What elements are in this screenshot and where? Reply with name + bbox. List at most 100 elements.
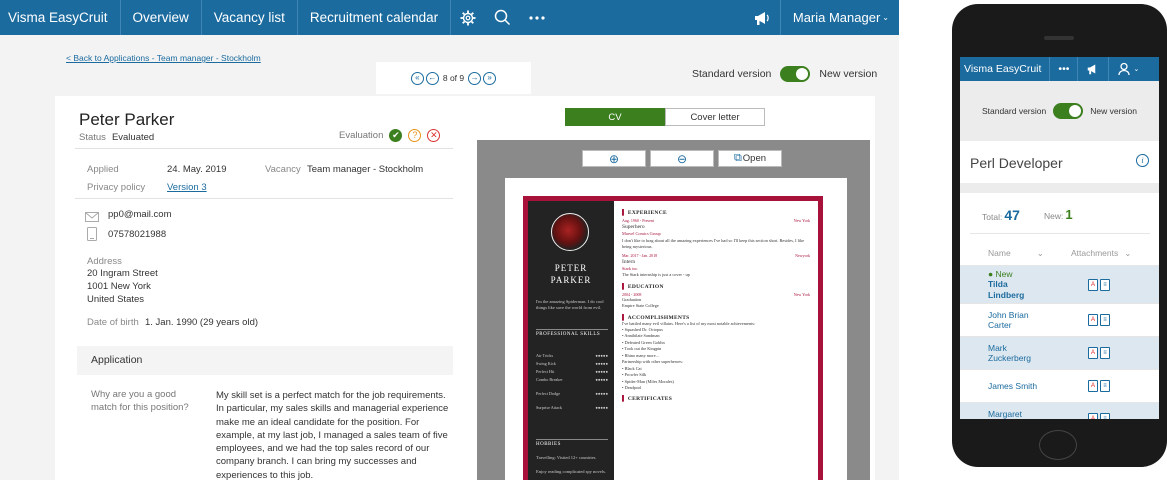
- search-icon[interactable]: [485, 0, 520, 35]
- candidate-card: Peter Parker Status Evaluated Evaluation …: [55, 96, 875, 480]
- document-icon[interactable]: ≡: [1100, 314, 1110, 326]
- mobile-brand[interactable]: Visma EasyCruit: [964, 63, 1049, 75]
- pdf-icon[interactable]: A: [1088, 278, 1098, 291]
- more-icon[interactable]: •••: [1049, 57, 1077, 81]
- list-item[interactable]: James Smith A ≡: [960, 369, 1159, 402]
- attachments-column-header[interactable]: Attachments ⌄: [1071, 248, 1131, 259]
- vacancy-title: Perl Developer: [970, 155, 1063, 171]
- edu-dates: 2004 - 2008: [622, 291, 642, 297]
- divider: [75, 198, 453, 199]
- name-column-header[interactable]: Name ⌄: [988, 248, 1044, 259]
- applicant-name[interactable]: John Brian Carter: [988, 310, 1040, 330]
- nav-vacancy-list[interactable]: Vacancy list: [202, 0, 298, 35]
- applied-label: Applied: [87, 164, 119, 175]
- vacancy-value: Team manager - Stockholm: [307, 164, 424, 175]
- phone-value: 07578021988: [108, 229, 167, 240]
- attachments: A ≡: [1088, 413, 1110, 419]
- megaphone-icon[interactable]: [1077, 57, 1108, 81]
- pdf-icon[interactable]: A: [1088, 380, 1098, 392]
- tab-cover-letter[interactable]: Cover letter: [665, 108, 765, 126]
- skill-name: Combo Breaker: [536, 377, 563, 382]
- cv-document: PETER PARKER I'm the amazing Spiderman. …: [523, 196, 823, 480]
- back-link[interactable]: < Back to Applications - Team manager - …: [66, 53, 261, 63]
- applicant-name[interactable]: Margaret Melrose: [988, 409, 1040, 419]
- info-icon[interactable]: i: [1136, 154, 1149, 167]
- name-column-label: Name: [988, 248, 1011, 258]
- standard-version-label: Standard version: [981, 106, 1047, 116]
- cv-last-name: PARKER: [550, 275, 592, 285]
- zoom-in-icon: ⊕: [608, 151, 620, 166]
- version-switch[interactable]: [1053, 103, 1084, 119]
- check-icon[interactable]: ✔: [389, 129, 403, 142]
- edu-org: Empire State College: [622, 303, 659, 309]
- user-name: Maria Manager: [792, 10, 881, 25]
- user-menu[interactable]: Maria Manager ⌄: [779, 0, 899, 35]
- more-icon[interactable]: [520, 0, 554, 35]
- vacancy-label: Vacancy: [265, 164, 301, 175]
- pager-of: of: [449, 73, 458, 83]
- zoom-in-button[interactable]: ⊕: [582, 150, 646, 167]
- chevron-down-icon: ⌄: [1036, 248, 1044, 258]
- external-link-icon: ⧉: [733, 152, 742, 164]
- address-line: United States: [87, 294, 145, 305]
- nav-recruitment-calendar[interactable]: Recruitment calendar: [298, 0, 452, 35]
- question-icon[interactable]: ?: [408, 129, 422, 142]
- tab-cv[interactable]: CV: [565, 108, 665, 126]
- user-icon[interactable]: ⌄: [1108, 57, 1147, 81]
- document-icon[interactable]: ≡: [1100, 413, 1110, 419]
- first-page-icon[interactable]: «: [410, 71, 424, 85]
- job-place: New York: [793, 218, 810, 223]
- zoom-out-button[interactable]: ⊖: [650, 150, 714, 167]
- version-toggle: Standard version New version: [692, 66, 877, 82]
- nav-overview[interactable]: Overview: [121, 0, 202, 35]
- speaker: [1044, 36, 1074, 40]
- previous-page-icon[interactable]: ←: [425, 71, 439, 85]
- divider: [75, 148, 453, 149]
- reject-icon[interactable]: ✕: [427, 129, 441, 142]
- open-button[interactable]: ⧉ Open: [718, 150, 782, 167]
- standard-version-label: Standard version: [692, 68, 772, 80]
- dob-value: 1. Jan. 1990 (29 years old): [145, 317, 259, 328]
- applicant-name[interactable]: James Smith: [988, 381, 1037, 391]
- mobile-screen: Visma EasyCruit ••• ⌄ Standard version N…: [960, 57, 1159, 419]
- email-value[interactable]: pp0@mail.com: [108, 209, 172, 220]
- zoom-out-icon: ⊖: [676, 151, 688, 166]
- pdf-icon[interactable]: A: [1088, 314, 1098, 326]
- dob-label: Date of birth: [87, 317, 139, 328]
- list-item[interactable]: ● New Tilda Lindberg A ≡: [960, 265, 1159, 303]
- document-icon[interactable]: ≡: [1100, 380, 1110, 392]
- skill-row: Surprise Attack ●●●●●: [536, 405, 608, 410]
- gear-icon[interactable]: [451, 0, 485, 35]
- home-button[interactable]: [1039, 430, 1077, 460]
- list-item[interactable]: Margaret Melrose A≡: [960, 402, 1159, 419]
- megaphone-icon[interactable]: [744, 0, 780, 35]
- list-item[interactable]: Mark Zuckerberg A ≡: [960, 336, 1159, 369]
- next-page-icon[interactable]: →: [468, 71, 482, 85]
- skill-name: Perfect Hit: [536, 369, 555, 374]
- cv-first-name: PETER: [554, 263, 588, 273]
- applicant-name[interactable]: Tilda Lindberg: [988, 279, 1036, 299]
- new-version-label: New version: [819, 68, 878, 80]
- cv-sidebar: PETER PARKER I'm the amazing Spiderman. …: [528, 201, 614, 480]
- address-line: 20 Ingram Street: [87, 268, 158, 279]
- attachments: A ≡: [1088, 278, 1110, 291]
- privacy-link[interactable]: Version 3: [167, 182, 207, 193]
- document-viewer: ⊕ ⊖ ⧉ Open PETER PARKER I'm the amazing S…: [477, 140, 870, 480]
- skill-name: Surprise Attack: [536, 405, 562, 410]
- total-value: 47: [1004, 207, 1020, 223]
- list-item[interactable]: John Brian Carter A ≡: [960, 303, 1159, 336]
- last-page-icon[interactable]: »: [483, 71, 497, 85]
- application-answer: My skill set is a perfect match for the …: [216, 390, 449, 480]
- version-switch[interactable]: [780, 66, 811, 82]
- brand-logo[interactable]: Visma EasyCruit: [0, 0, 121, 35]
- evaluation-row: Evaluation ✔ ? ✕: [339, 129, 441, 142]
- job-dates: Mar. 2017 - Jan. 2018: [622, 252, 658, 258]
- desktop-view: Visma EasyCruit Overview Vacancy list Re…: [0, 0, 899, 480]
- chevron-down-icon: ⌄: [1124, 248, 1132, 258]
- document-icon[interactable]: ≡: [1100, 347, 1110, 359]
- pdf-icon[interactable]: A: [1088, 347, 1098, 359]
- mail-icon: [85, 209, 99, 227]
- applicant-name[interactable]: Mark Zuckerberg: [988, 343, 1050, 363]
- document-icon[interactable]: ≡: [1100, 278, 1110, 291]
- pdf-icon[interactable]: A: [1088, 413, 1098, 419]
